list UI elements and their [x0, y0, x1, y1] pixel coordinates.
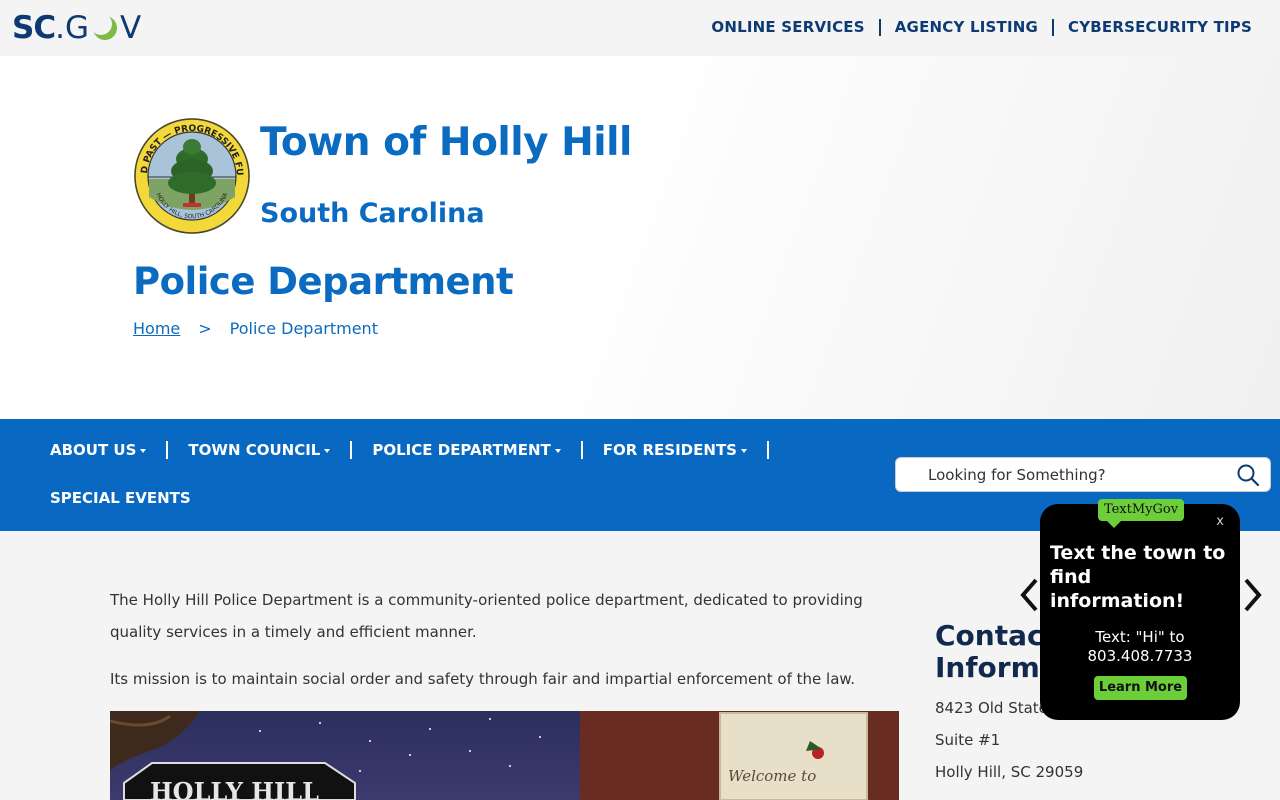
nav-town-council[interactable]: TOWN COUNCIL [188, 441, 331, 459]
nav-divider [580, 441, 583, 459]
caret-down-icon [324, 448, 331, 453]
top-nav: ONLINE SERVICES AGENCY LISTING CYBERSECU… [711, 18, 1252, 36]
top-nav-divider [1052, 18, 1054, 36]
town-seal-icon[interactable]: PROUD PAST — PROGRESSIVE FUTURE HOLLY HI… [133, 117, 251, 235]
main-nav-row: SPECIAL EVENTS [50, 489, 191, 507]
breadcrumb-current: Police Department [229, 319, 378, 338]
search-input[interactable] [928, 464, 1228, 486]
top-nav-divider [878, 18, 881, 36]
search-box [895, 457, 1271, 492]
widget-instructions: Text: "Hi" to 803.408.7733 [1040, 628, 1240, 666]
nav-divider [166, 441, 169, 459]
widget-text-line1: Text: "Hi" to [1095, 628, 1185, 646]
learn-more-button[interactable]: Learn More [1094, 676, 1187, 700]
holly-hill-sign-text: HOLLY HILL [150, 777, 319, 800]
nav-about-us[interactable]: ABOUT US [50, 441, 147, 459]
town-title[interactable]: Town of Holly Hill [260, 120, 632, 165]
caret-down-icon [554, 448, 561, 453]
welcome-sign-image: Welcome to HOLLY HILL [110, 711, 899, 800]
breadcrumb-home-link[interactable]: Home [133, 319, 180, 338]
contact-address-line2: Suite #1 [935, 731, 1001, 749]
crescent-moon-icon [90, 14, 117, 40]
textmygov-widget: TextMyGov x Text the town to find inform… [1040, 499, 1240, 720]
cybersecurity-tips-link[interactable]: CYBERSECURITY TIPS [1068, 18, 1252, 36]
caret-down-icon [140, 448, 147, 453]
logo-g-text: G [64, 10, 90, 46]
intro-paragraph: The Holly Hill Police Department is a co… [110, 591, 863, 641]
online-services-link[interactable]: ONLINE SERVICES [711, 18, 864, 36]
widget-close-button[interactable]: x [1216, 514, 1224, 529]
hero-banner [0, 56, 1280, 419]
nav-about-us-label: ABOUT US [50, 441, 137, 459]
speech-bubble-tail-icon [1106, 520, 1122, 528]
chevron-right-icon[interactable] [1240, 577, 1264, 613]
breadcrumb-separator: > [198, 319, 212, 338]
main-nav-row: ABOUT US TOWN COUNCIL POLICE DEPARTMENT … [50, 441, 789, 459]
nav-for-residents-label: FOR RESIDENTS [602, 441, 737, 459]
top-bar: SC . G V ONLINE SERVICES AGENCY LISTING … [0, 0, 1280, 56]
search-icon[interactable] [1236, 463, 1260, 487]
nav-police-department[interactable]: POLICE DEPARTMENT [372, 441, 561, 459]
logo-dot-text: . [55, 10, 65, 46]
chevron-left-icon[interactable] [1018, 577, 1042, 613]
nav-divider [766, 441, 769, 459]
agency-listing-link[interactable]: AGENCY LISTING [895, 18, 1038, 36]
holly-hill-welcome-photo: Welcome to HOLLY HILL [110, 711, 899, 800]
logo-sc-text: SC [12, 10, 56, 46]
contact-address-line3: Holly Hill, SC 29059 [935, 763, 1084, 781]
breadcrumb: Home > Police Department [133, 319, 378, 338]
state-title: South Carolina [260, 198, 485, 229]
logo-v-text: V [119, 10, 143, 46]
nav-special-events[interactable]: SPECIAL EVENTS [50, 489, 191, 507]
caret-down-icon [740, 448, 747, 453]
nav-town-council-label: TOWN COUNCIL [188, 441, 321, 459]
welcome-text: Welcome to [728, 767, 816, 785]
page-title: Police Department [133, 260, 514, 303]
widget-phone-number: 803.408.7733 [1087, 647, 1193, 665]
nav-police-department-label: POLICE DEPARTMENT [372, 441, 551, 459]
sc-gov-logo[interactable]: SC . G V [12, 10, 142, 46]
nav-for-residents[interactable]: FOR RESIDENTS [603, 441, 747, 459]
nav-divider [350, 441, 353, 459]
widget-headline: Text the town to find information! [1050, 542, 1226, 612]
logo-gov-text: G V [65, 10, 142, 46]
textmygov-logo: TextMyGov [1098, 499, 1184, 521]
mission-paragraph: Its mission is to maintain social order … [110, 670, 856, 688]
